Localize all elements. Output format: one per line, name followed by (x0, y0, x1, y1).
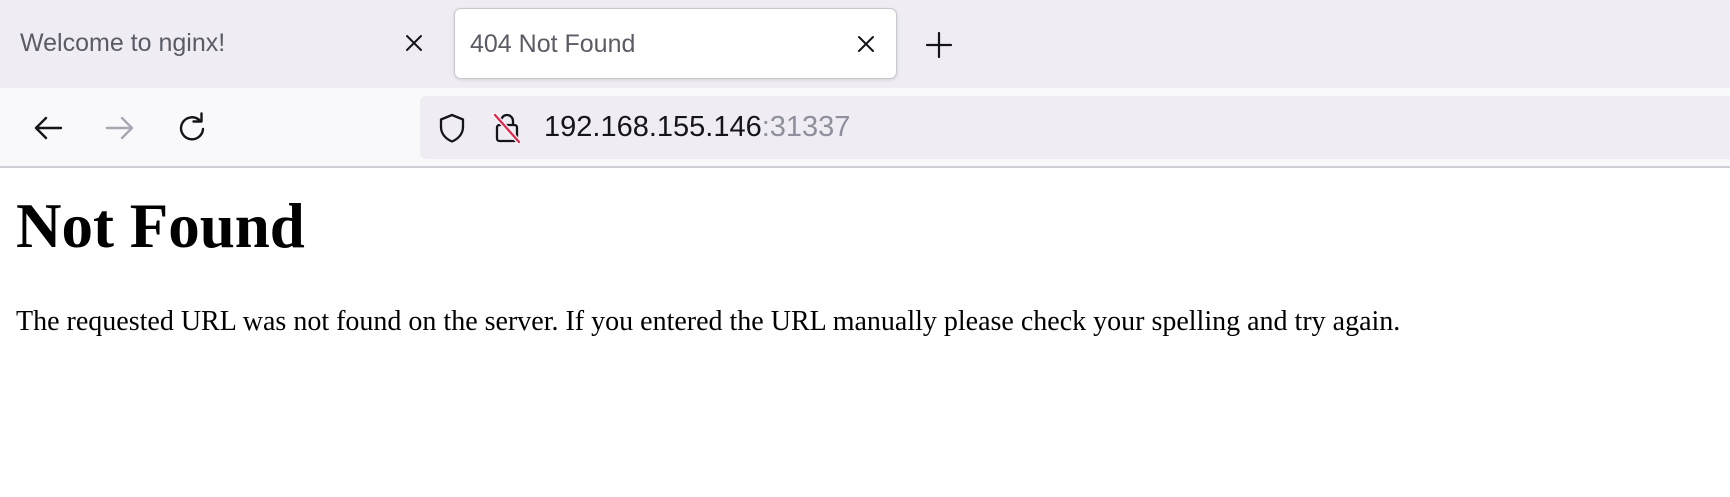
tab-strip: Welcome to nginx! 404 Not Found (0, 0, 1730, 88)
shield-icon[interactable] (435, 111, 469, 145)
reload-icon (179, 112, 205, 141)
reload-button[interactable] (172, 108, 212, 148)
page-content: Not Found The requested URL was not foun… (0, 168, 1730, 497)
close-icon[interactable] (853, 31, 879, 57)
url-port: :31337 (761, 111, 851, 143)
new-tab-button[interactable] (922, 28, 956, 62)
insecure-lock-icon[interactable] (490, 111, 524, 145)
page-heading: Not Found (16, 191, 305, 261)
url-host: 192.168.155.146 (544, 111, 762, 143)
navigation-toolbar: 192.168.155.146:31337 (0, 88, 1730, 168)
plus-icon (925, 31, 953, 59)
url-bar[interactable]: 192.168.155.146:31337 (420, 96, 1730, 159)
close-icon[interactable] (401, 30, 427, 56)
url-text[interactable]: 192.168.155.146:31337 (544, 96, 850, 159)
back-button[interactable] (28, 108, 68, 148)
tab-404-not-found[interactable]: 404 Not Found (454, 8, 897, 79)
tab-welcome-nginx[interactable]: Welcome to nginx! (0, 8, 440, 79)
forward-button[interactable] (100, 108, 140, 148)
back-arrow-icon (34, 116, 63, 140)
forward-arrow-icon (105, 116, 134, 140)
tab-title: Welcome to nginx! (20, 29, 226, 57)
error-message: The requested URL was not found on the s… (16, 306, 1401, 337)
tab-title: 404 Not Found (470, 30, 636, 58)
